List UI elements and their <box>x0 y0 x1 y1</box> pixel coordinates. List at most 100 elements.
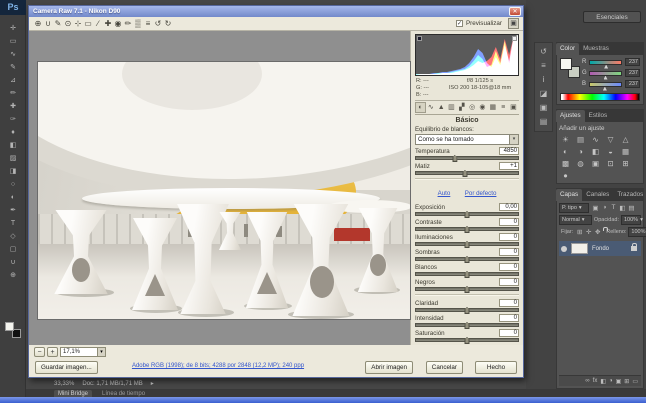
slider-thumb[interactable] <box>452 155 457 162</box>
opacity-value[interactable]: 100%▾ <box>621 215 641 225</box>
slider-value[interactable]: 4850 <box>499 147 519 155</box>
slider-thumb[interactable] <box>465 226 470 233</box>
shadow-clipping-indicator[interactable] <box>417 36 422 41</box>
detail-tab-icon[interactable]: ▲ <box>437 103 446 112</box>
zoom-tool-icon[interactable]: ⊕ <box>2 269 24 282</box>
open-image-button[interactable]: Abrir imagen <box>365 361 413 374</box>
new-adjustment-layer-icon[interactable]: ◑ <box>609 378 613 384</box>
color-lookup-icon[interactable]: ▩ <box>558 158 573 170</box>
slider-track[interactable] <box>415 338 519 342</box>
zoom-level-dropdown[interactable]: 17,1% ▾ <box>60 347 106 357</box>
filter-type-icon[interactable]: T <box>609 204 618 212</box>
slider-value[interactable]: 0 <box>499 278 519 286</box>
dodge-tool-icon[interactable]: ◐ <box>2 191 24 204</box>
targeted-adjustment-tool-icon[interactable]: ⊹ <box>73 19 83 28</box>
hue-saturation-icon[interactable]: ◐ <box>558 146 573 158</box>
layer-filter-dropdown[interactable]: P. tipo▾ <box>559 203 589 213</box>
crop-tool-icon[interactable]: ▭ <box>83 19 93 28</box>
slider-track[interactable] <box>415 212 519 216</box>
info-panel-icon[interactable]: i <box>536 73 551 87</box>
channel-mixer-icon[interactable]: ▦ <box>618 146 633 158</box>
color-swatches[interactable] <box>5 322 21 338</box>
rotate-right-button-icon[interactable]: ↻ <box>163 19 173 28</box>
eyedropper-tool-icon[interactable]: ✏ <box>2 87 24 100</box>
snapshots-tab-icon[interactable]: ▣ <box>509 103 518 112</box>
blur-tool-icon[interactable]: ○ <box>2 178 24 191</box>
lens-corrections-tab-icon[interactable]: ◎ <box>468 103 477 112</box>
slider-value[interactable]: 0 <box>499 233 519 241</box>
channel-slider[interactable] <box>589 60 622 65</box>
slider-thumb[interactable] <box>462 170 467 177</box>
marquee-tool-icon[interactable]: ▭ <box>2 35 24 48</box>
gradient-tool-icon[interactable]: ◨ <box>2 165 24 178</box>
curves-icon[interactable]: ∿ <box>588 134 603 146</box>
threshold-icon[interactable]: ⊡ <box>603 158 618 170</box>
gradient-map-icon[interactable]: ● <box>558 170 573 182</box>
dialog-titlebar[interactable]: Camera Raw 7.1 - Nikon D90 ✕ <box>29 6 523 17</box>
close-icon[interactable]: ✕ <box>509 7 521 16</box>
channel-value[interactable]: 237 <box>625 69 640 77</box>
presets-tab-icon[interactable]: ≡ <box>499 103 508 112</box>
posterize-icon[interactable]: ▣ <box>588 158 603 170</box>
hsl-tab-icon[interactable]: ▥ <box>447 103 456 112</box>
layer-row-background[interactable]: Fondo <box>559 241 641 256</box>
brightness-contrast-icon[interactable]: ☀ <box>558 134 573 146</box>
red-eye-tool-icon[interactable]: ◉ <box>113 19 123 28</box>
quick-selection-tool-icon[interactable]: ✎ <box>2 61 24 74</box>
slider-value[interactable]: 0 <box>499 218 519 226</box>
workspace-switcher-button[interactable]: Esenciales <box>583 11 641 23</box>
color-balance-icon[interactable]: ◑ <box>573 146 588 158</box>
zoom-out-button[interactable]: − <box>34 347 45 357</box>
vibrance-icon[interactable]: △ <box>618 134 633 146</box>
move-tool-icon[interactable]: ✛ <box>2 22 24 35</box>
statusbar-arrow-icon[interactable]: ▸ <box>151 380 154 387</box>
split-toning-tab-icon[interactable]: ▞ <box>457 103 466 112</box>
zoom-tool-icon[interactable]: ⊕ <box>33 19 43 28</box>
preferences-button-icon[interactable]: ≡ <box>143 19 153 28</box>
tab-adjustments[interactable]: Ajustes <box>556 110 585 122</box>
rotate-left-button-icon[interactable]: ↺ <box>153 19 163 28</box>
exposure-icon[interactable]: ▽ <box>603 134 618 146</box>
preview-checkbox[interactable]: ✓ <box>456 20 463 27</box>
slider-value[interactable]: 0 <box>499 314 519 322</box>
highlight-clipping-indicator[interactable] <box>512 36 517 41</box>
path-selection-tool-icon[interactable]: ◇ <box>2 230 24 243</box>
channel-slider-thumb[interactable] <box>604 76 608 80</box>
slider-thumb[interactable] <box>465 307 470 314</box>
slider-thumb[interactable] <box>465 322 470 329</box>
straighten-tool-icon[interactable]: ∕ <box>93 19 103 28</box>
lock-pixels-icon[interactable]: ✛ <box>584 228 593 236</box>
eraser-tool-icon[interactable]: ▨ <box>2 152 24 165</box>
invert-icon[interactable]: ◍ <box>573 158 588 170</box>
tab-color[interactable]: Color <box>556 43 579 55</box>
lasso-tool-icon[interactable]: ∿ <box>2 48 24 61</box>
slider-value[interactable]: 0 <box>499 299 519 307</box>
new-layer-icon[interactable]: ⊞ <box>624 378 629 385</box>
lock-transparency-icon[interactable]: ⊞ <box>575 228 584 236</box>
slider-value[interactable]: 0 <box>499 248 519 256</box>
foreground-color-swatch[interactable] <box>5 322 14 331</box>
fill-value[interactable]: 100%▾ <box>628 227 646 237</box>
color-panel-swatches[interactable] <box>560 58 580 78</box>
layer-thumbnail[interactable] <box>571 243 588 254</box>
graduated-filter-tool-icon[interactable]: ▒ <box>133 19 143 28</box>
slider-value[interactable]: 0,00 <box>499 203 519 211</box>
black-white-icon[interactable]: ◧ <box>588 146 603 158</box>
foreground-swatch[interactable] <box>560 58 572 70</box>
slider-value[interactable]: 0 <box>499 329 519 337</box>
slider-value[interactable]: 0 <box>499 263 519 271</box>
levels-icon[interactable]: ▤ <box>573 134 588 146</box>
color-sampler-tool-icon[interactable]: ⊙ <box>63 19 73 28</box>
channel-slider[interactable] <box>589 82 622 87</box>
navigator-panel-icon[interactable]: ◪ <box>536 87 551 101</box>
tab-layers[interactable]: Capas <box>556 189 582 201</box>
tab-styles[interactable]: Estilos <box>585 110 612 122</box>
slider-track[interactable] <box>415 257 519 261</box>
histogram-panel-icon[interactable]: ▤ <box>536 115 551 129</box>
basic-tab-icon[interactable]: ◐ <box>416 103 425 112</box>
fullscreen-toggle-icon[interactable]: ▣ <box>508 18 519 29</box>
hand-tool-icon[interactable]: ∪ <box>2 256 24 269</box>
shape-tool-icon[interactable]: ▢ <box>2 243 24 256</box>
hand-tool-icon[interactable]: ∪ <box>43 19 53 28</box>
slider-thumb[interactable] <box>465 256 470 263</box>
